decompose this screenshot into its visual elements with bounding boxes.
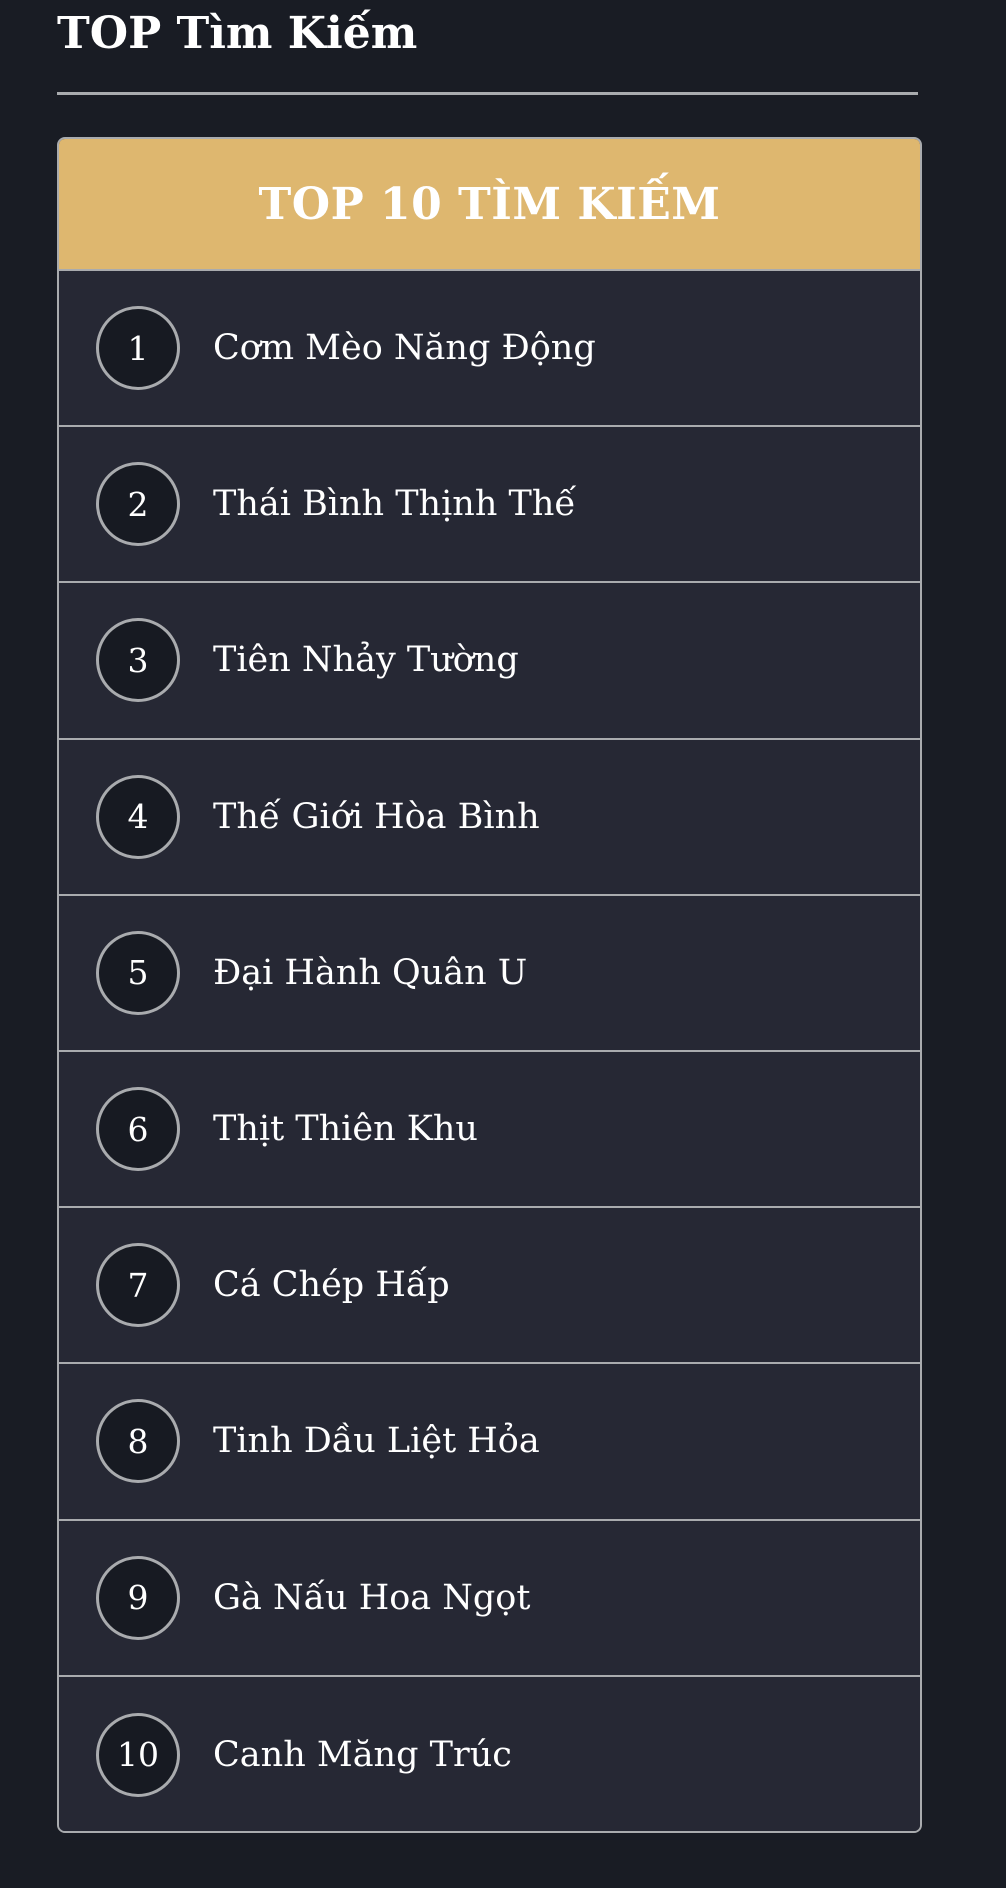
- page-title: TOP Tìm Kiếm: [57, 8, 418, 59]
- top-search-panel: TOP 10 TÌM KIẾM 1 Cơm Mèo Năng Động 2 Th…: [57, 137, 922, 1833]
- list-item[interactable]: 8 Tinh Dầu Liệt Hỏa: [59, 1364, 920, 1521]
- list-item[interactable]: 5 Đại Hành Quân U: [59, 895, 920, 1052]
- list-item[interactable]: 1 Cơm Mèo Năng Động: [59, 271, 920, 428]
- list-item[interactable]: 9 Gà Nấu Hoa Ngọt: [59, 1520, 920, 1677]
- top-search-list: 1 Cơm Mèo Năng Động 2 Thái Bình Thịnh Th…: [59, 271, 920, 1831]
- list-item[interactable]: 10 Canh Măng Trúc: [59, 1676, 920, 1831]
- list-item[interactable]: 7 Cá Chép Hấp: [59, 1208, 920, 1365]
- item-name[interactable]: Gà Nấu Hoa Ngọt: [213, 1578, 530, 1618]
- list-item[interactable]: 6 Thịt Thiên Khu: [59, 1051, 920, 1209]
- list-item[interactable]: 3 Tiên Nhảy Tường: [59, 583, 920, 740]
- panel-header-title: TOP 10 TÌM KIẾM: [258, 178, 721, 230]
- rank-badge: 2: [96, 462, 180, 547]
- item-name[interactable]: Tinh Dầu Liệt Hỏa: [213, 1421, 540, 1461]
- rank-badge: 5: [96, 930, 180, 1015]
- item-name[interactable]: Thái Bình Thịnh Thế: [213, 484, 576, 524]
- item-name[interactable]: Canh Măng Trúc: [213, 1735, 512, 1775]
- item-name[interactable]: Tiên Nhảy Tường: [213, 640, 519, 680]
- rank-badge: 7: [96, 1243, 180, 1328]
- item-name[interactable]: Cơm Mèo Năng Động: [213, 328, 596, 368]
- list-item[interactable]: 2 Thái Bình Thịnh Thế: [59, 427, 920, 584]
- rank-badge: 8: [96, 1399, 180, 1484]
- rank-badge: 4: [96, 774, 180, 859]
- item-name[interactable]: Đại Hành Quân U: [213, 953, 527, 993]
- rank-badge: 1: [96, 306, 180, 391]
- item-name[interactable]: Thế Giới Hòa Bình: [213, 797, 540, 837]
- title-divider: [57, 92, 918, 95]
- rank-badge: 6: [96, 1087, 180, 1172]
- list-item[interactable]: 4 Thế Giới Hòa Bình: [59, 739, 920, 896]
- item-name[interactable]: Cá Chép Hấp: [213, 1265, 450, 1305]
- rank-badge: 3: [96, 618, 180, 703]
- rank-badge: 10: [96, 1712, 180, 1797]
- panel-header: TOP 10 TÌM KIẾM: [59, 139, 920, 271]
- rank-badge: 9: [96, 1555, 180, 1640]
- item-name[interactable]: Thịt Thiên Khu: [213, 1109, 478, 1149]
